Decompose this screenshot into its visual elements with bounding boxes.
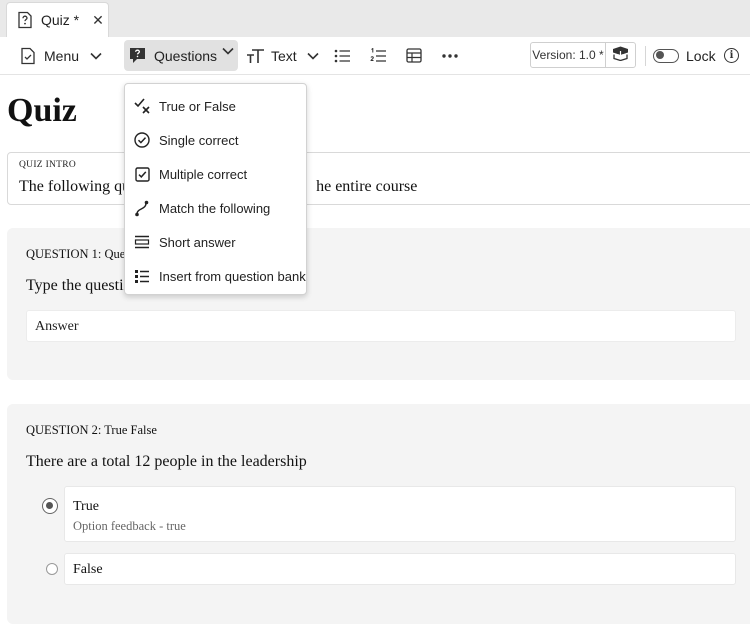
tab-quiz[interactable]: Quiz * ✕ [6,2,109,37]
table-button[interactable] [403,40,425,71]
question-1-header: QUESTION 1: Que [26,247,126,261]
text-dropdown-toggle[interactable] [302,40,324,71]
question-card-1: QUESTION 1: Que Type the questio Answer [7,228,750,380]
numbered-list-icon [369,47,387,64]
quiz-document-icon [16,11,34,29]
save-version-icon [612,46,629,64]
text-label: Text [271,47,297,64]
version-control: Version: 1.0 * [530,42,636,68]
question-2-header: QUESTION 2: True False [26,423,157,437]
questions-button[interactable]: Questions [124,40,238,71]
option-false[interactable]: False [64,553,736,585]
short-answer-icon [133,233,151,251]
lock-label: Lock [686,47,716,64]
menu-item-true-or-false[interactable]: True or False [125,91,306,121]
toolbar-divider [645,46,646,66]
chevron-down-icon [307,52,319,60]
text-button[interactable]: Text [243,40,300,71]
match-curve-icon [133,199,151,217]
quiz-intro-text-end: he entire course [316,178,418,195]
menu-document-icon [20,47,36,65]
chevron-down-icon[interactable] [222,47,234,55]
toolbar: Menu Questions Text Version: 1.0 * Lock … [0,37,750,75]
option-false-label: False [73,562,103,577]
option-true-radio[interactable] [42,498,58,514]
tab-bar: Quiz * ✕ [0,0,750,37]
numbered-list-button[interactable] [367,40,389,71]
tab-title: Quiz * [41,12,80,28]
option-true-label: True [73,499,99,514]
question-2-text[interactable]: There are a total 12 people in the leade… [26,453,307,471]
bulleted-list-button[interactable] [331,40,353,71]
chevron-down-icon [90,52,102,60]
option-false-radio[interactable] [46,563,58,575]
checkbox-icon [133,165,151,183]
more-button[interactable] [439,40,461,71]
menu-item-short-answer[interactable]: Short answer [125,227,306,257]
menu-item-label: Short answer [159,234,236,250]
quiz-intro-box[interactable]: QUIZ INTRO The following qu he entire cou… [7,152,750,205]
menu-item-label: Insert from question bank [159,268,306,284]
list-bank-icon [133,267,151,285]
quiz-intro-text-start: The following qu [19,178,131,195]
menu-label: Menu [44,47,80,64]
close-icon[interactable]: ✕ [92,12,104,29]
option-true[interactable]: True Option feedback - true [64,486,736,542]
info-icon[interactable]: i [724,48,739,63]
toggle-switch[interactable] [653,48,679,63]
version-label[interactable]: Version: 1.0 * [531,43,606,67]
table-icon [406,48,422,63]
check-circle-icon [133,131,151,149]
option-true-feedback: Option feedback - true [73,519,186,533]
page-title: Quiz [7,92,77,129]
more-dots-icon [442,53,458,58]
menu-item-insert-from-question-bank[interactable]: Insert from question bank [125,261,306,291]
menu-item-multiple-correct[interactable]: Multiple correct [125,159,306,189]
bulleted-list-icon [334,49,351,63]
menu-item-label: Match the following [159,200,271,216]
questions-dropdown-menu: True or False Single correct Multiple co… [124,83,307,295]
lock-toggle[interactable]: Lock [653,40,716,71]
menu-item-match-the-following[interactable]: Match the following [125,193,306,223]
answer-field[interactable]: Answer [26,310,736,342]
version-save-button[interactable] [606,43,635,67]
menu-item-label: Single correct [159,132,239,148]
menu-item-label: Multiple correct [159,166,248,182]
menu-button[interactable]: Menu [14,40,85,71]
quiz-intro-caption: QUIZ INTRO [19,160,77,170]
menu-dropdown-toggle[interactable] [84,40,108,71]
question-bubble-icon [129,47,146,64]
question-card-2: QUESTION 2: True False There are a total… [7,404,750,624]
true-false-icon [133,97,151,115]
question-1-text[interactable]: Type the questio [26,277,132,295]
menu-item-label: True or False [159,98,236,114]
text-size-icon [246,48,265,64]
menu-item-single-correct[interactable]: Single correct [125,125,306,155]
questions-label: Questions [154,47,218,64]
